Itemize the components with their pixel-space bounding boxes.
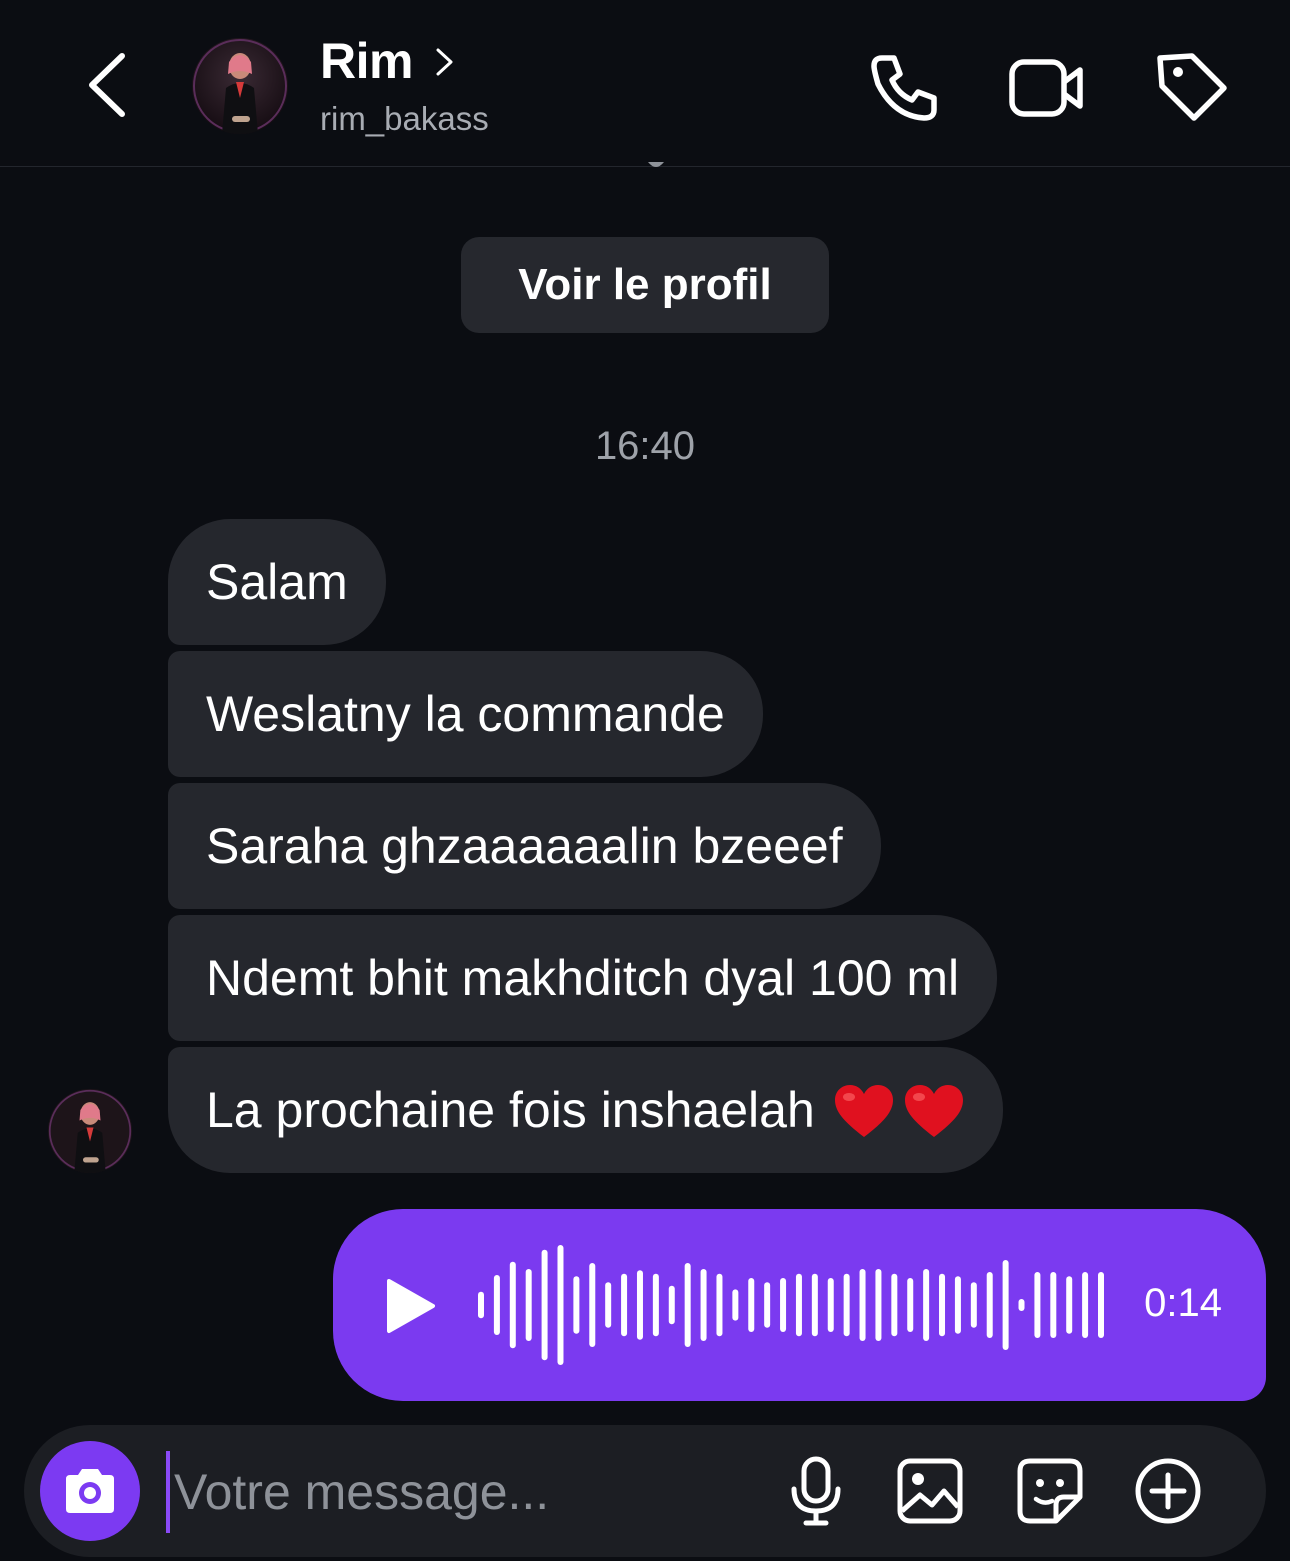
red-heart-emoji-icon xyxy=(834,1084,893,1137)
back-icon xyxy=(89,53,125,117)
incoming-message-bubble[interactable]: Saraha ghzaaaaaalin bzeeef xyxy=(168,783,881,909)
message-emoji xyxy=(825,1079,965,1141)
voice-waveform[interactable] xyxy=(476,1245,1106,1365)
play-icon[interactable] xyxy=(383,1277,441,1335)
back-button[interactable] xyxy=(78,50,138,120)
message-text: Weslatny la commande xyxy=(206,686,725,742)
dm-conversation-screen: Rim rim_bakass Voir le profil 16:40 Sala… xyxy=(0,0,1290,1561)
message-timestamp: 16:40 xyxy=(594,424,696,468)
contact-avatar[interactable] xyxy=(192,38,288,134)
contact-name[interactable]: Rim xyxy=(320,32,413,90)
microphone-icon[interactable] xyxy=(780,1455,852,1527)
phone-icon[interactable] xyxy=(864,48,944,128)
incoming-message-bubble[interactable]: Salam xyxy=(168,519,386,645)
gallery-icon[interactable] xyxy=(894,1455,966,1527)
chevron-right-icon[interactable] xyxy=(432,44,458,80)
camera-icon xyxy=(66,1469,114,1513)
message-text: La prochaine fois inshaelah xyxy=(206,1082,815,1138)
tag-icon[interactable] xyxy=(1152,48,1232,128)
plus-circle-icon[interactable] xyxy=(1132,1455,1204,1527)
message-text: Saraha ghzaaaaaalin bzeeef xyxy=(206,818,843,874)
view-profile-button[interactable]: Voir le profil xyxy=(461,237,829,333)
scroll-indicator xyxy=(648,162,664,167)
contact-username: rim_bakass xyxy=(320,100,489,137)
incoming-message-bubble[interactable]: Ndemt bhit makhditch dyal 100 ml xyxy=(168,915,998,1041)
message-text: Ndemt bhit makhditch dyal 100 ml xyxy=(206,950,960,1006)
sticker-icon[interactable] xyxy=(1014,1455,1086,1527)
voice-message-bubble[interactable]: 0:14 xyxy=(333,1209,1266,1401)
red-heart-emoji-icon xyxy=(904,1084,963,1137)
conversation-header: Rim rim_bakass xyxy=(0,0,1290,167)
video-camera-icon[interactable] xyxy=(1006,48,1086,128)
camera-button[interactable] xyxy=(40,1441,140,1541)
message-composer xyxy=(24,1425,1266,1557)
sender-avatar[interactable] xyxy=(48,1089,132,1173)
incoming-message-bubble[interactable]: Weslatny la commande xyxy=(168,651,763,777)
message-input[interactable] xyxy=(166,1451,766,1533)
voice-duration: 0:14 xyxy=(1144,1281,1222,1325)
incoming-message-bubble[interactable]: La prochaine fois inshaelah xyxy=(168,1047,1003,1173)
message-text: Salam xyxy=(206,554,348,610)
